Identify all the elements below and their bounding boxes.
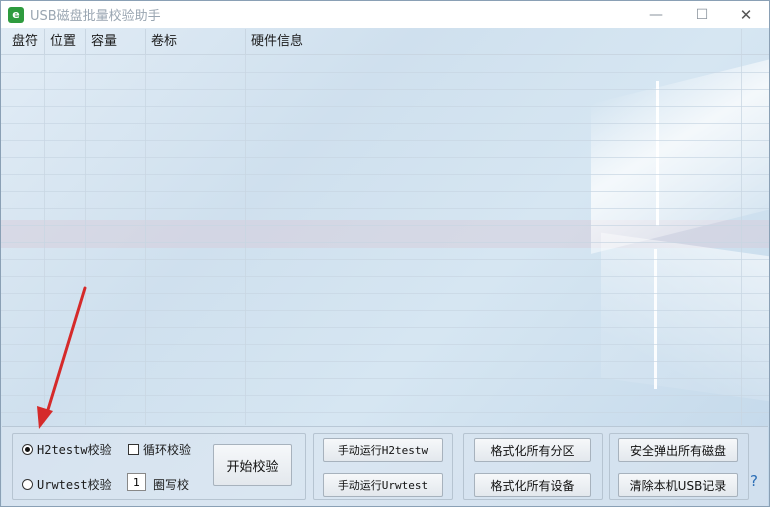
annotation-arrow-icon [37, 286, 87, 429]
app-window: e USB磁盘批量校验助手 — ☐ ✕ 盘符 位置 容量 卷标 硬件信息 H2t… [0, 0, 770, 507]
